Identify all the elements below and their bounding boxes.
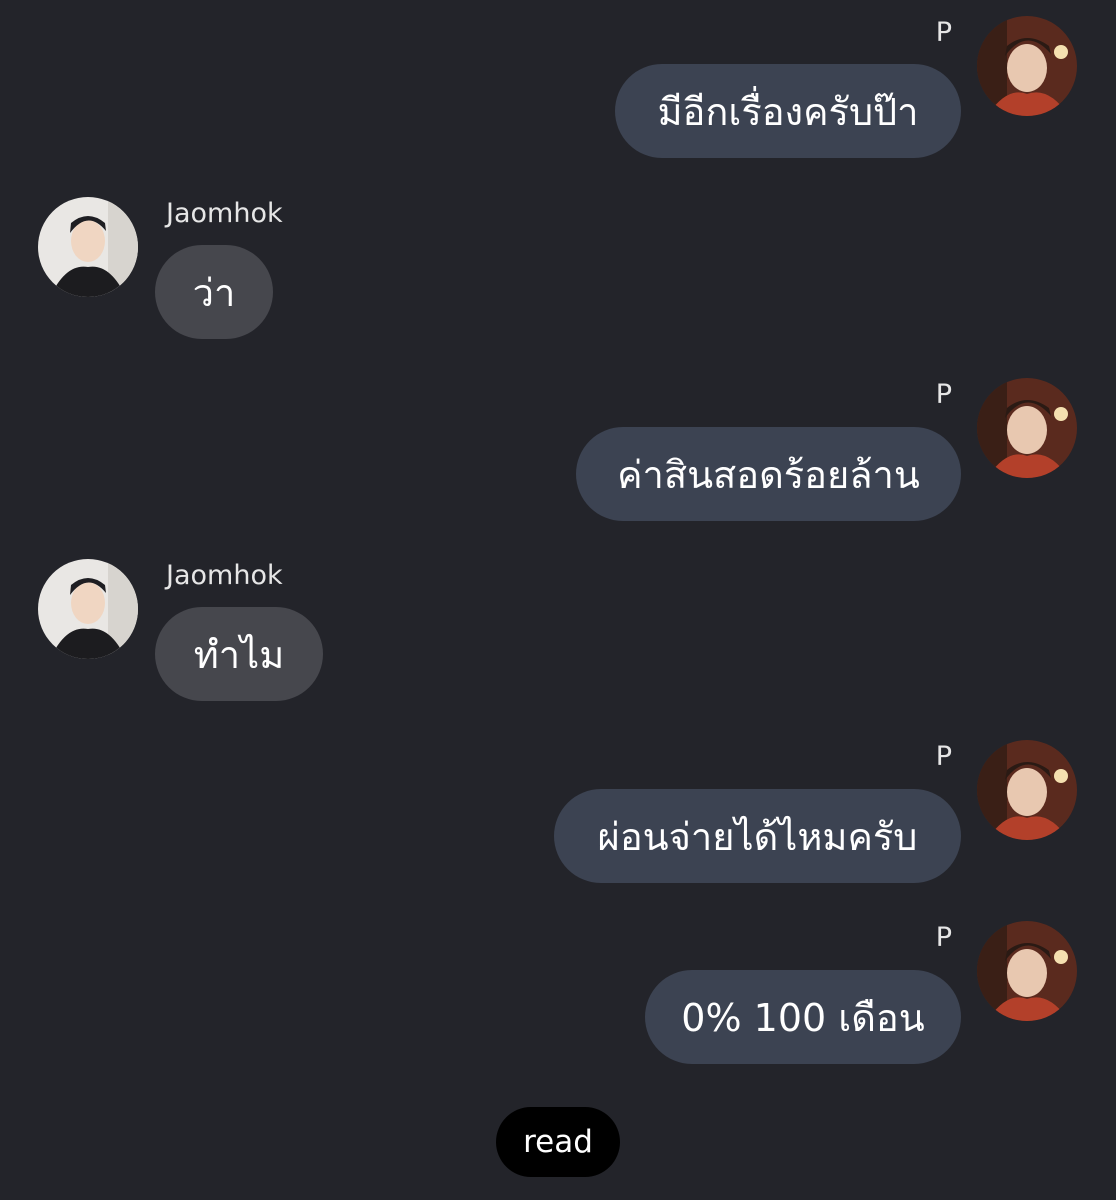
sender-name: P	[935, 741, 952, 772]
sender-name: P	[935, 379, 952, 410]
message-bubble-outgoing[interactable]: มีอีกเรื่องครับป๊า	[615, 64, 961, 158]
avatar-jaomhok[interactable]	[38, 559, 138, 659]
sender-name: Jaomhok	[166, 198, 283, 229]
avatar-p[interactable]	[977, 378, 1077, 478]
message-bubble-incoming[interactable]: ทำไม	[155, 607, 323, 701]
read-status-badge: read	[496, 1107, 620, 1177]
message-bubble-outgoing[interactable]: 0% 100 เดือน	[645, 970, 961, 1064]
message-bubble-outgoing[interactable]: ค่าสินสอดร้อยล้าน	[576, 427, 961, 521]
sender-name: P	[935, 922, 952, 953]
sender-name: P	[935, 17, 952, 48]
chat-thread: P มีอีกเรื่องครับป๊า Jaomhok ว่า P ค่าสิ…	[0, 0, 1116, 1200]
message-bubble-outgoing[interactable]: ผ่อนจ่ายได้ไหมครับ	[554, 789, 961, 883]
avatar-p[interactable]	[977, 921, 1077, 1021]
avatar-jaomhok[interactable]	[38, 197, 138, 297]
message-bubble-incoming[interactable]: ว่า	[155, 245, 273, 339]
avatar-p[interactable]	[977, 740, 1077, 840]
avatar-p[interactable]	[977, 16, 1077, 116]
sender-name: Jaomhok	[166, 560, 283, 591]
